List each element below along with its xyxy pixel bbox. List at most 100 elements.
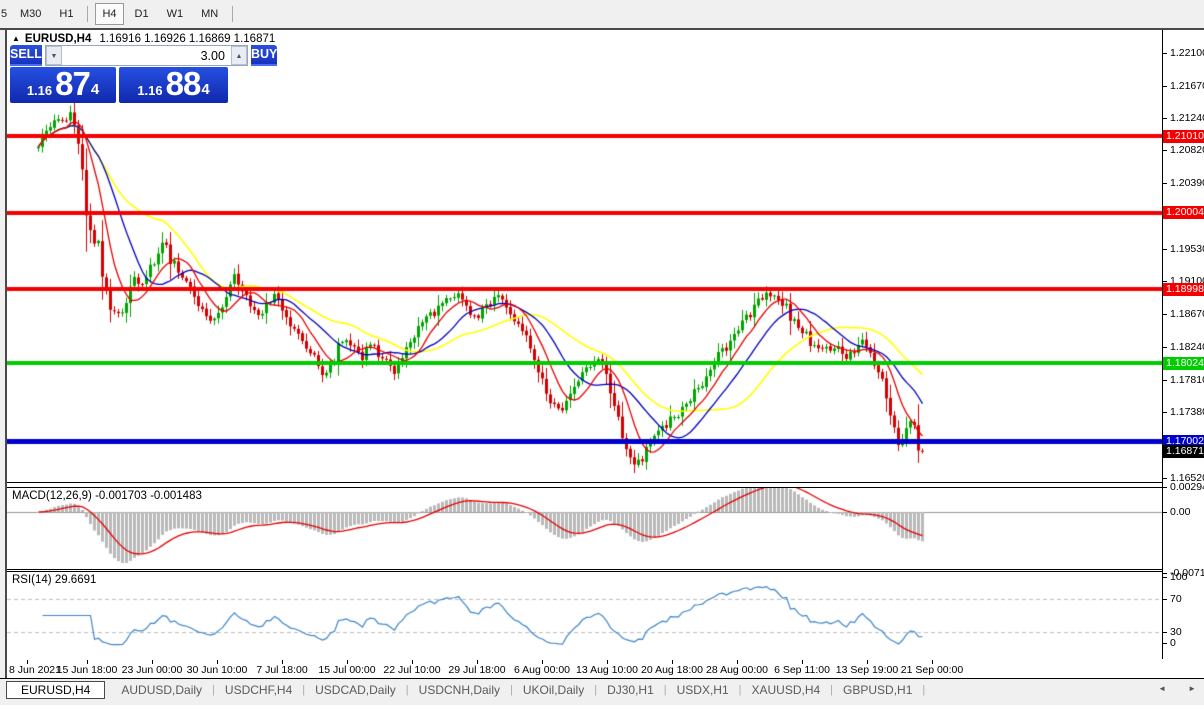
timeframe-button-mn[interactable]: MN xyxy=(194,3,225,25)
axis-tick-label: 0.00 xyxy=(1170,506,1190,518)
chart-title: ▲ EURUSD,H4 1.16916 1.16926 1.16869 1.1687… xyxy=(12,33,275,45)
axis-tick-label: 1.18670 xyxy=(1170,308,1204,320)
timeframe-button-w1[interactable]: W1 xyxy=(160,3,191,25)
axis-tick xyxy=(1163,150,1167,151)
time-axis-label: 6 Aug 00:00 xyxy=(514,664,570,676)
price-level-label: 1.21010 xyxy=(1163,130,1204,143)
tab-usdx[interactable]: USDX,H1 xyxy=(667,682,739,698)
axis-tick xyxy=(1163,53,1167,54)
axis-tick-label: 0.002947 xyxy=(1170,481,1204,493)
time-axis[interactable]: 8 Jun 202115 Jun 18:00 23 Jun 00:00 30 Jun… xyxy=(7,660,1162,677)
collapse-triangle-icon[interactable]: ▲ xyxy=(12,34,20,43)
lot-size-input[interactable] xyxy=(62,46,231,65)
chart-tabs-bar: EURUSD,H4AUDUSD,Daily|USDCHF,H4|USDCAD,D… xyxy=(0,679,1204,701)
price-level-label: 1.18024 xyxy=(1163,357,1204,370)
buy-button[interactable]: BUY xyxy=(251,45,277,66)
time-axis-label: 15 Jul 00:00 xyxy=(318,664,375,676)
tab-gbpusd[interactable]: GBPUSD,H1 xyxy=(833,682,922,698)
tab-xauusd[interactable]: XAUUSD,H4 xyxy=(741,682,830,698)
price-axis[interactable]: 1.221001.216701.212401.208201.203901.199… xyxy=(1163,0,1204,705)
timeframe-button-d1[interactable]: D1 xyxy=(128,3,156,25)
current-price-label: 1.16871 xyxy=(1163,445,1204,458)
time-axis-label: 30 Jun 10:00 xyxy=(187,664,248,676)
tab-scroll-right-icon[interactable]: ► xyxy=(1188,682,1196,696)
axis-tick xyxy=(1163,314,1167,315)
chart-symbol-period: EURUSD,H4 xyxy=(25,33,91,45)
time-axis-label: 22 Jul 10:00 xyxy=(383,664,440,676)
tab-ukoil[interactable]: UKOil,Daily xyxy=(513,682,594,698)
lot-increase-button[interactable]: ▲ xyxy=(231,46,247,65)
axis-tick xyxy=(1163,643,1167,644)
time-axis-label: 21 Sep 00:00 xyxy=(901,664,963,676)
axis-tick xyxy=(1163,380,1167,381)
time-axis-label: 8 Jun 2021 xyxy=(9,664,61,676)
axis-tick xyxy=(1163,183,1167,184)
axis-tick-label: 1.22100 xyxy=(1170,47,1204,59)
sell-pipette: 4 xyxy=(91,81,99,98)
timeframe-button-h4[interactable]: H4 xyxy=(95,3,123,25)
spinner-up-icon: ▲ xyxy=(235,53,242,60)
axis-tick-label: 1.17810 xyxy=(1170,374,1204,386)
axis-tick xyxy=(1163,487,1167,488)
axis-tick xyxy=(1163,118,1167,119)
rsi-indicator-panel[interactable] xyxy=(7,571,1162,661)
axis-tick xyxy=(1163,577,1167,578)
buy-price-display[interactable]: 1.16 884 xyxy=(119,67,228,103)
axis-tick xyxy=(1163,281,1167,282)
axis-tick-label: 1.21670 xyxy=(1170,80,1204,92)
tab-eurusd[interactable]: EURUSD,H4 xyxy=(6,681,105,699)
rsi-canvas[interactable] xyxy=(7,572,1162,658)
toolbar-separator xyxy=(87,6,88,22)
tab-usdchf[interactable]: USDCHF,H4 xyxy=(215,682,302,698)
time-axis-label: 13 Sep 19:00 xyxy=(836,664,898,676)
toolbar-separator xyxy=(232,6,233,22)
time-axis-label: 7 Jul 18:00 xyxy=(256,664,307,676)
tab-separator: | xyxy=(922,684,925,696)
chart-ohlc-values: 1.16916 1.16926 1.16869 1.16871 xyxy=(99,33,275,45)
tab-usdcad[interactable]: USDCAD,Daily xyxy=(305,682,406,698)
tab-scroll-left-icon[interactable]: ◄ xyxy=(1158,682,1166,696)
time-axis-label: 28 Aug 00:00 xyxy=(706,664,768,676)
tab-audusd[interactable]: AUDUSD,Daily xyxy=(111,682,212,698)
axis-tick xyxy=(1163,249,1167,250)
time-axis-label: 13 Aug 10:00 xyxy=(576,664,638,676)
axis-tick-label: 0 xyxy=(1170,637,1176,649)
axis-tick xyxy=(1163,512,1167,513)
axis-tick-label: 1.18240 xyxy=(1170,341,1204,353)
axis-tick xyxy=(1163,573,1167,574)
spinner-down-icon: ▼ xyxy=(50,53,57,60)
timeframe-button-m30[interactable]: M30 xyxy=(13,3,48,25)
timeframe-toolbar: 5M30H1 H4D1W1MN xyxy=(0,0,1204,28)
axis-tick xyxy=(1163,86,1167,87)
time-axis-label: 23 Jun 00:00 xyxy=(122,664,183,676)
macd-label: MACD(12,26,9) -0.001703 -0.001483 xyxy=(12,490,202,502)
price-level-label: 1.18998 xyxy=(1163,283,1204,296)
timeframe-button-h1[interactable]: H1 xyxy=(52,3,80,25)
buy-pipette: 4 xyxy=(201,81,209,98)
axis-tick-label: 100 xyxy=(1170,571,1188,583)
axis-tick-label: 1.21240 xyxy=(1170,112,1204,124)
time-axis-label: 6 Sep 11:00 xyxy=(774,664,830,676)
sell-price-display[interactable]: 1.16874 xyxy=(10,67,116,103)
axis-tick xyxy=(1163,347,1167,348)
axis-tick-label: 1.19530 xyxy=(1170,243,1204,255)
rsi-label: RSI(14) 29.6691 xyxy=(12,574,96,586)
buy-pips: 88 xyxy=(166,67,201,101)
sell-pips: 87 xyxy=(55,67,90,101)
sell-big-figure: 1.16 xyxy=(27,83,52,98)
axis-tick xyxy=(1163,478,1167,479)
axis-tick xyxy=(1163,412,1167,413)
lot-decrease-button[interactable]: ▼ xyxy=(46,46,62,65)
axis-tick-label: 70 xyxy=(1170,593,1182,605)
tab-dj30[interactable]: DJ30,H1 xyxy=(597,682,664,698)
tab-scroll-buttons: ◄ ► xyxy=(1158,682,1196,696)
one-click-trading-panel: SELL ▼ ▲ BUY 1.16874 1.16884 xyxy=(10,45,228,103)
buy-big-figure: 1.16 xyxy=(137,83,162,98)
price-level-label: 1.20004 xyxy=(1163,206,1204,219)
time-axis-label: 29 Jul 18:00 xyxy=(448,664,505,676)
timeframe-button-5[interactable]: 5 xyxy=(0,3,9,25)
axis-tick-label: 1.20820 xyxy=(1170,144,1204,156)
tab-usdcnh[interactable]: USDCNH,Daily xyxy=(409,682,510,698)
time-axis-label: 15 Jun 18:00 xyxy=(57,664,118,676)
sell-button[interactable]: SELL xyxy=(10,45,42,66)
